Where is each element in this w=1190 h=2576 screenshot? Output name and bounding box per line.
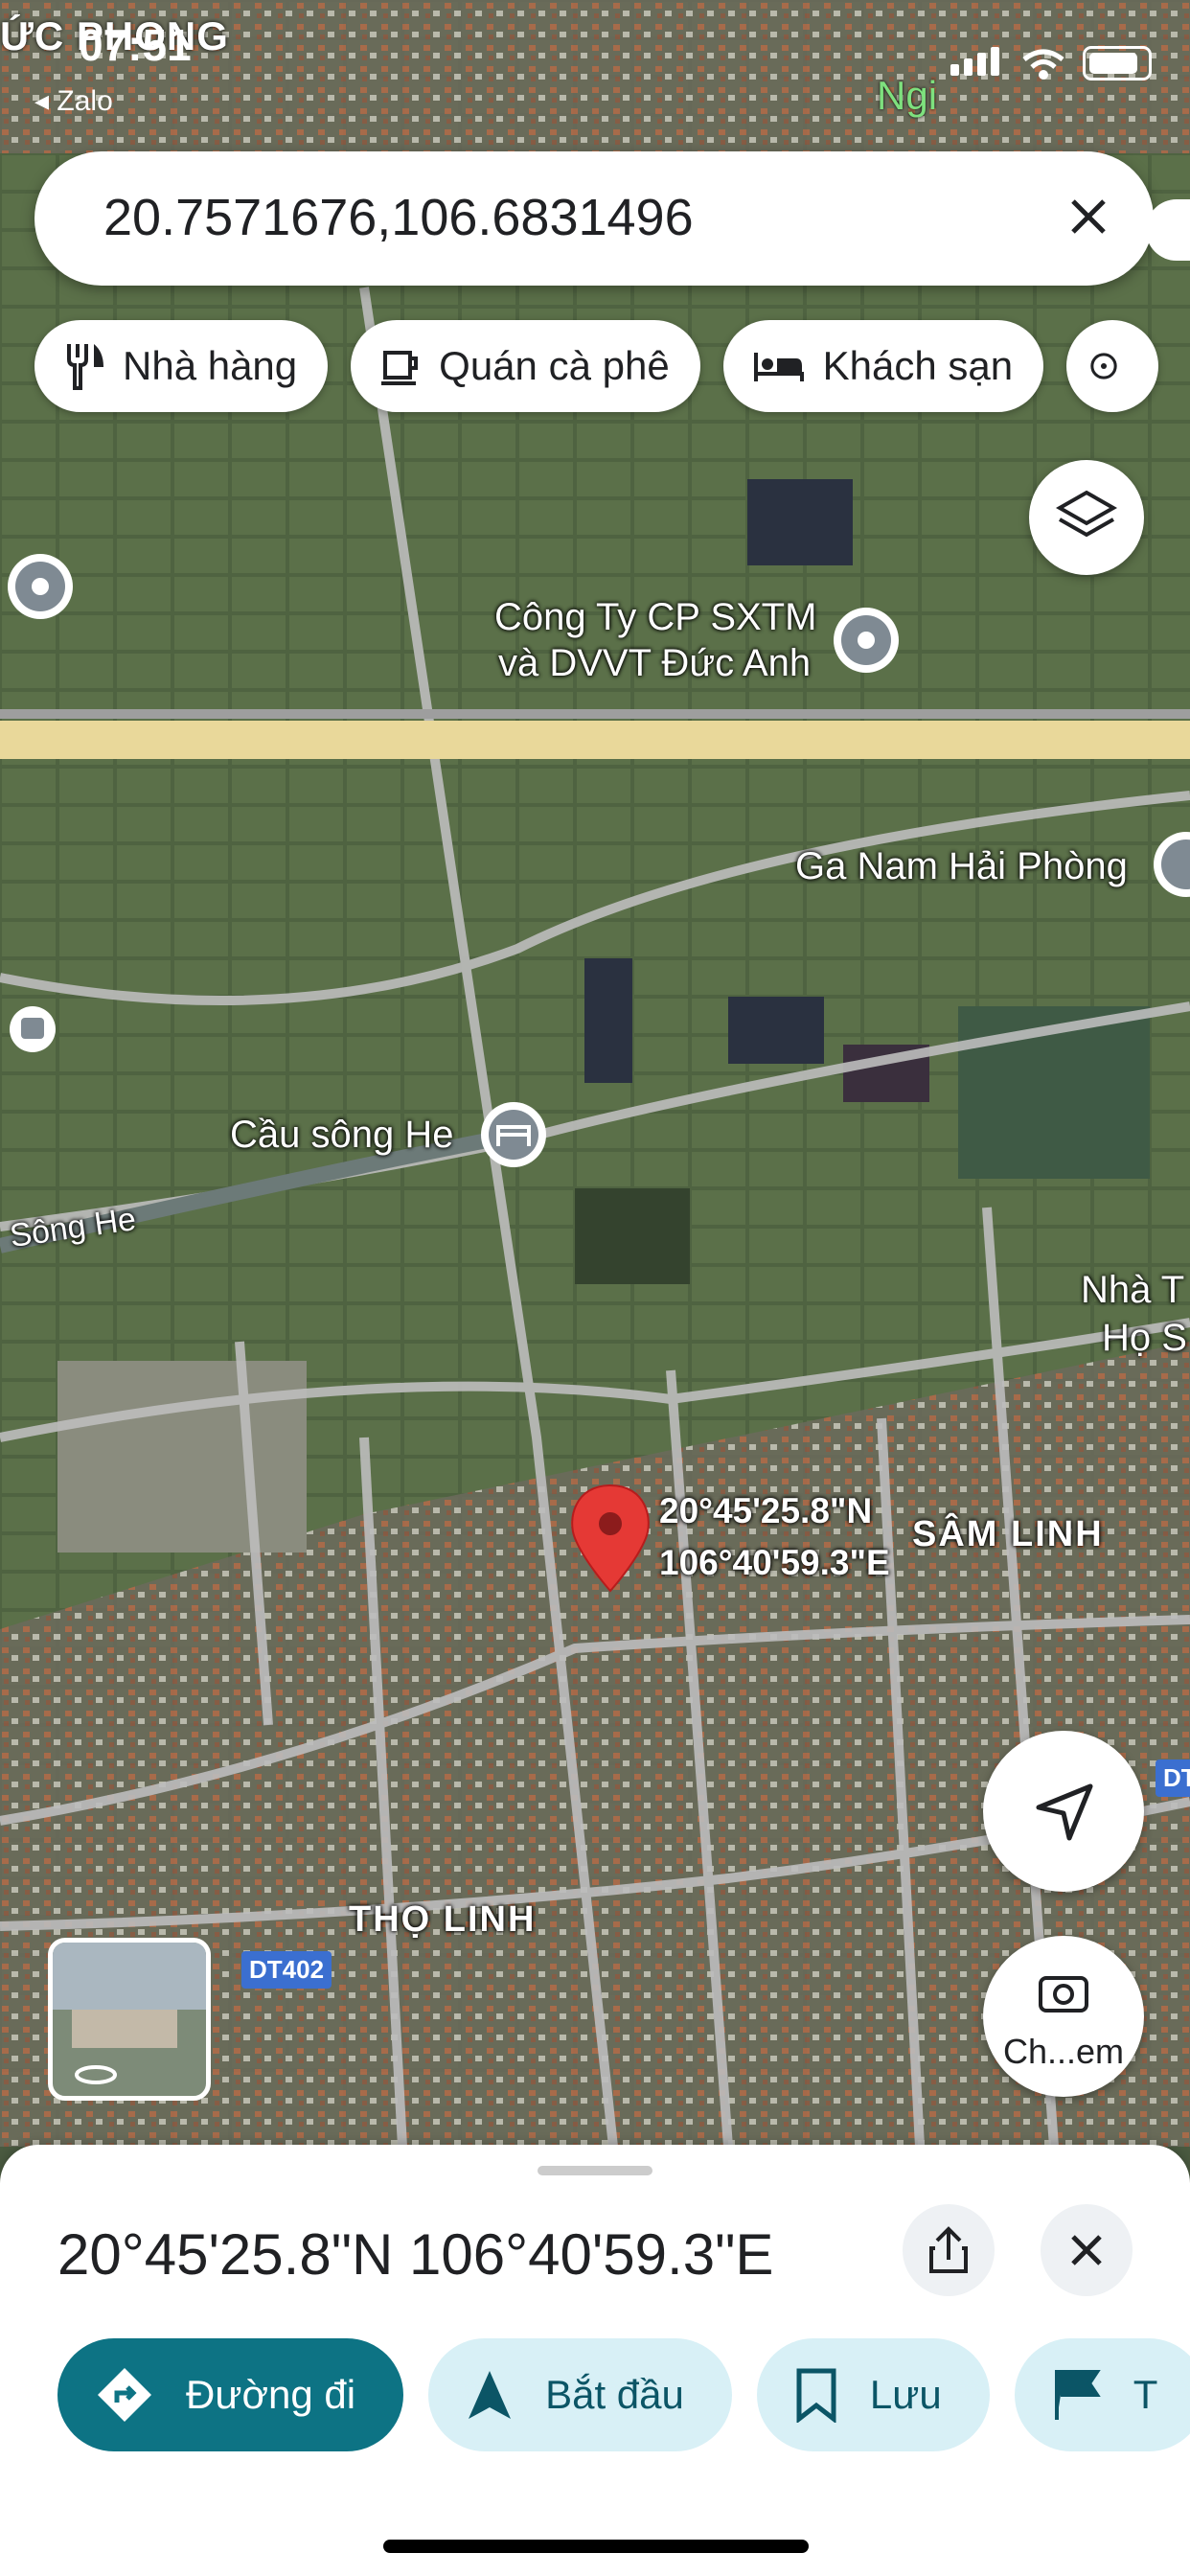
battery-icon: [1083, 46, 1152, 80]
directions-button[interactable]: Đường đi: [57, 2338, 404, 2451]
coffee-icon: [381, 351, 419, 385]
close-icon: [1071, 2235, 1102, 2266]
status-icons: [950, 46, 1152, 80]
camera-icon: [1039, 1976, 1088, 2012]
sheet-drag-handle[interactable]: [538, 2166, 652, 2175]
label-button[interactable]: T: [1014, 2338, 1190, 2451]
save-button[interactable]: Lưu: [756, 2338, 990, 2451]
home-indicator: [383, 2540, 809, 2553]
save-label: Lưu: [869, 2372, 942, 2417]
field: [575, 1188, 690, 1284]
label-label: T: [1133, 2372, 1158, 2417]
chip-label: Nhà hàng: [123, 343, 298, 388]
flag-icon: [1054, 2370, 1101, 2420]
wifi-icon: [1022, 49, 1064, 80]
restaurant-icon: [67, 344, 103, 390]
poi-label-nha[interactable]: Nhà T: [1081, 1269, 1184, 1312]
share-button[interactable]: [903, 2204, 995, 2296]
bookmark-icon: [796, 2368, 836, 2423]
poi-label-bridge[interactable]: Cầu sông He: [230, 1114, 453, 1157]
layers-icon: [1055, 490, 1118, 538]
poi-label-station[interactable]: Ga Nam Hải Phòng: [795, 845, 1128, 888]
chip-more[interactable]: [1066, 320, 1159, 412]
pin-longitude-label: 106°40'59.3"E: [659, 1543, 890, 1582]
chip-hotels[interactable]: Khách sạn: [722, 320, 1044, 412]
street-view-thumbnail[interactable]: [48, 1938, 211, 2101]
pin-latitude-label: 20°45'25.8"N: [659, 1491, 873, 1530]
layers-button[interactable]: [1029, 460, 1144, 575]
rotate-360-icon: [75, 2065, 117, 2084]
action-buttons: Đường đi Bắt đầu Lưu T: [57, 2338, 1190, 2451]
search-bar[interactable]: 20.7571676,106.6831496: [34, 151, 1154, 286]
category-chips: Nhà hàng Quán cà phê Khách sạn: [34, 320, 1159, 412]
map-edge-label: Ngi: [877, 73, 938, 118]
highway-edge: [0, 709, 1190, 719]
close-sheet-button[interactable]: [1041, 2204, 1133, 2296]
clear-search-icon[interactable]: [1062, 190, 1115, 243]
chip-label: Khách sạn: [822, 343, 1014, 388]
poi-label-company-2[interactable]: và DVVT Đức Anh: [498, 642, 811, 685]
camera-button-label: Ch...em: [1002, 2032, 1125, 2071]
status-time: 07:51: [79, 20, 192, 70]
area-label-sam-linh: SÂM LINH: [912, 1514, 1104, 1554]
hotel-icon: [753, 353, 804, 381]
road-badge-dt402: DT402: [241, 1951, 332, 1989]
area-label-tho-linh: THỌ LINH: [349, 1899, 537, 1940]
pond: [728, 997, 824, 1064]
start-label: Bắt đầu: [545, 2372, 684, 2417]
poi-pin[interactable]: [834, 608, 899, 673]
chip-cafes[interactable]: Quán cà phê: [351, 320, 700, 412]
chip-restaurants[interactable]: Nhà hàng: [34, 320, 329, 412]
pond: [584, 958, 632, 1083]
poi-pin[interactable]: [8, 554, 73, 619]
back-to-app-link[interactable]: ◂ Zalo: [34, 84, 113, 118]
field: [57, 1361, 307, 1552]
poi-label-company[interactable]: Công Ty CP SXTM: [494, 596, 816, 639]
poi-label-nha-2[interactable]: Họ S: [1102, 1317, 1187, 1360]
place-sheet: 20°45'25.8"N 106°40'59.3"E Đường đi Bắt …: [0, 2145, 1190, 2576]
status-bar: ỨC PHONG 07:51 ◂ Zalo Ngi: [0, 8, 1190, 118]
signal-icon: [950, 47, 1004, 80]
navigation-arrow-icon: [1036, 1783, 1093, 1841]
highway: [0, 721, 1190, 759]
directions-icon: [98, 2368, 151, 2422]
attractions-icon: [1090, 353, 1117, 380]
pond: [747, 479, 853, 565]
share-icon: [929, 2226, 968, 2273]
road-badge-dt: DT: [1156, 1760, 1190, 1797]
chip-label: Quán cà phê: [439, 343, 670, 388]
bus-stop-icon[interactable]: [10, 1006, 56, 1052]
search-query[interactable]: 20.7571676,106.6831496: [103, 188, 694, 247]
navigation-arrow-icon: [469, 2371, 512, 2419]
place-coordinates: 20°45'25.8"N 106°40'59.3"E: [57, 2222, 774, 2287]
directions-label: Đường đi: [186, 2372, 356, 2417]
bridge-poi-icon[interactable]: [481, 1102, 546, 1167]
camera-search-button[interactable]: Ch...em: [983, 1936, 1144, 2097]
start-button[interactable]: Bắt đầu: [428, 2338, 732, 2451]
my-location-button[interactable]: [983, 1731, 1144, 1892]
